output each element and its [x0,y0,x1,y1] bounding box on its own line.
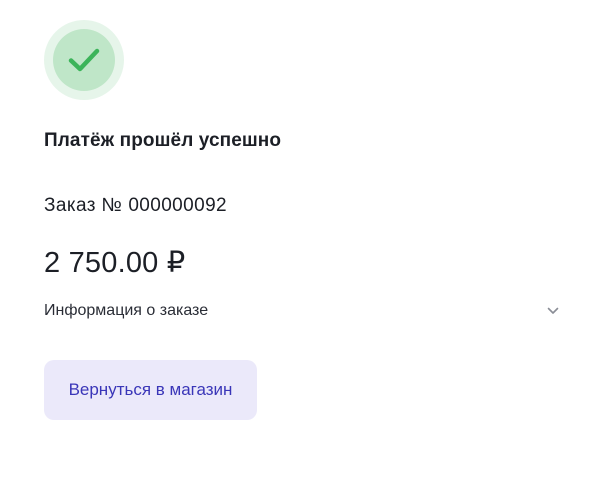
check-icon [68,48,100,72]
status-title: Платёж прошёл успешно [44,130,282,151]
order-amount: 2 750.00 ₽ [44,247,186,279]
order-number: Заказ № 000000092 [44,195,227,217]
order-number-value: 000000092 [128,195,228,216]
order-info-toggle[interactable]: Информация о заказе [44,298,562,324]
order-info-label: Информация о заказе [44,302,209,319]
success-badge [44,20,124,100]
payment-success-page: Платёж прошёл успешно Заказ № 000000092 2… [0,0,601,484]
success-badge-inner [53,29,115,91]
order-number-label: Заказ № [44,195,123,216]
chevron-down-icon[interactable] [546,304,560,318]
back-to-shop-button[interactable]: Вернуться в магазин [44,360,257,420]
